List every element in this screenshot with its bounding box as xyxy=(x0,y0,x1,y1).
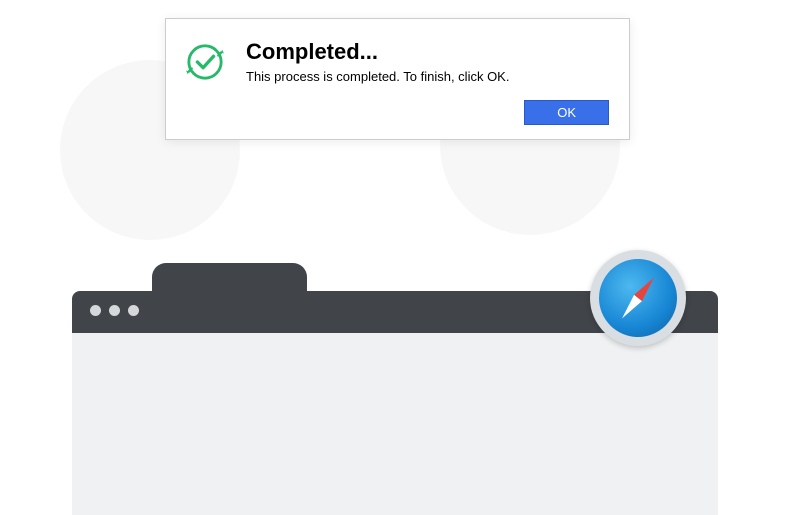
dialog-title: Completed... xyxy=(246,39,609,65)
completion-dialog: Completed... This process is completed. … xyxy=(165,18,630,140)
safari-icon xyxy=(590,250,686,346)
browser-viewport xyxy=(72,333,718,515)
browser-tab[interactable] xyxy=(152,263,307,291)
dialog-message: This process is completed. To finish, cl… xyxy=(246,69,609,84)
maximize-dot[interactable] xyxy=(128,305,139,316)
check-circle-icon xyxy=(186,43,224,86)
close-dot[interactable] xyxy=(90,305,101,316)
window-controls xyxy=(90,305,139,316)
minimize-dot[interactable] xyxy=(109,305,120,316)
ok-button[interactable]: OK xyxy=(524,100,609,125)
